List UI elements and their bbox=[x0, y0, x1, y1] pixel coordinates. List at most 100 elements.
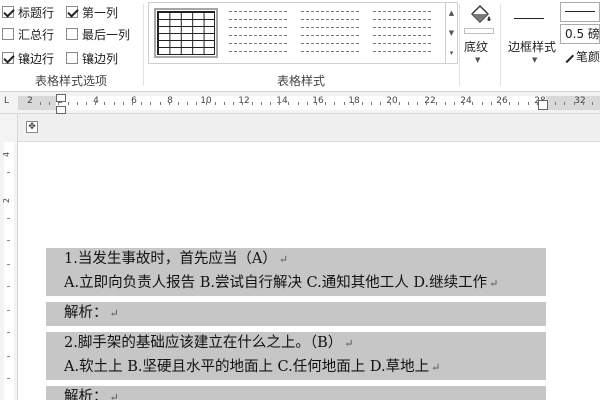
pen-color-label: 笔颜 bbox=[576, 50, 600, 64]
right-indent-handle[interactable] bbox=[538, 100, 548, 110]
ruler-tick bbox=[86, 102, 87, 105]
group-label: 表格样式选项 bbox=[34, 74, 107, 88]
row-line bbox=[373, 43, 431, 44]
ruler-number: 20 bbox=[386, 96, 398, 106]
option-last-column[interactable]: 最后一列 bbox=[66, 25, 130, 43]
ruler-tick bbox=[463, 102, 464, 105]
option-banded-columns[interactable]: 镶边列 bbox=[66, 49, 118, 67]
gallery-down-icon[interactable]: ▼ bbox=[446, 23, 457, 43]
ruler-tick bbox=[334, 102, 335, 105]
row-line bbox=[301, 27, 359, 28]
ruler-tick bbox=[104, 102, 105, 105]
ruler-tick bbox=[224, 102, 225, 105]
ruler-tick bbox=[298, 102, 299, 105]
shading-button[interactable]: 底纹 ▼ bbox=[460, 0, 498, 70]
ruler-tick bbox=[408, 102, 409, 105]
ruler-number: 18 bbox=[348, 96, 360, 106]
ruler-tick bbox=[592, 102, 593, 105]
table-style-grid-thumbnail[interactable] bbox=[154, 8, 218, 58]
ruler-tick bbox=[426, 102, 427, 105]
paragraph-mark-icon: ↵ bbox=[109, 307, 119, 320]
option-banded-rows[interactable]: 镶边行 bbox=[2, 49, 54, 67]
ruler-number: 16 bbox=[312, 96, 324, 106]
row-line bbox=[373, 19, 431, 20]
ruler-tick bbox=[7, 356, 10, 357]
checkbox[interactable] bbox=[2, 6, 14, 18]
chevron-down-icon: ▼ bbox=[475, 56, 481, 64]
ruler-tick bbox=[7, 218, 10, 219]
checkbox[interactable] bbox=[2, 52, 14, 64]
ruler-tick bbox=[325, 102, 326, 105]
pen-weight-field[interactable]: 0.5 磅 bbox=[560, 24, 600, 44]
row-line bbox=[373, 35, 431, 36]
ruler-number: 32 bbox=[574, 96, 586, 106]
vertical-ruler: 4 2 bbox=[0, 114, 18, 400]
ruler-tick bbox=[270, 102, 271, 105]
checkbox[interactable] bbox=[66, 6, 78, 18]
table-style-light-shading-thumbnail[interactable] bbox=[373, 11, 431, 55]
tab-selector-button[interactable]: L bbox=[4, 96, 16, 110]
ruler-tick bbox=[399, 102, 400, 105]
table-style-plain-thumbnail[interactable] bbox=[229, 11, 287, 55]
row-line bbox=[229, 27, 287, 28]
vertical-ruler-number: 4 bbox=[2, 151, 12, 158]
ruler-tick bbox=[160, 102, 161, 105]
row-line bbox=[229, 35, 287, 36]
ruler-tick bbox=[436, 102, 437, 105]
ruler-tick bbox=[583, 102, 584, 105]
line-style-field[interactable] bbox=[560, 2, 600, 22]
borders-group: 边框样式 ▼ 0.5 磅 笔颜 bbox=[504, 0, 600, 92]
gallery-more-icon[interactable]: ▾ bbox=[446, 43, 457, 63]
row-line bbox=[229, 51, 287, 52]
ruler-tick bbox=[261, 102, 262, 105]
checkbox[interactable] bbox=[66, 28, 78, 40]
ruler-tick bbox=[528, 102, 529, 105]
ruler-tick bbox=[141, 102, 142, 105]
ruler-tick bbox=[123, 102, 124, 105]
line-text: 2.脚手架的基础应该建立在什么之上。（B） bbox=[64, 335, 343, 351]
table-style-light-list-thumbnail[interactable] bbox=[301, 11, 359, 55]
analysis-1-text: 解析： ↵ bbox=[64, 302, 119, 325]
ruler-tick bbox=[169, 102, 170, 105]
option-header-row[interactable]: 标题行 bbox=[2, 3, 54, 21]
ruler-tick bbox=[353, 102, 354, 105]
hanging-indent-handle[interactable] bbox=[56, 106, 66, 114]
option-label: 镶边列 bbox=[82, 51, 119, 66]
ruler-tick bbox=[371, 102, 372, 105]
question-1-text: 1.当发生事故时，首先应当（A） ↵ bbox=[64, 248, 288, 271]
table-cell-analysis-2[interactable] bbox=[46, 386, 546, 400]
line-text: A.立即向负责人报告 B.尝试自行解决 C.通知其他工人 D.继续工作 bbox=[64, 275, 488, 291]
question-1-options: A.立即向负责人报告 B.尝试自行解决 C.通知其他工人 D.继续工作 ↵ bbox=[64, 272, 498, 295]
ruler-tick bbox=[472, 102, 473, 105]
ruler-tick bbox=[307, 102, 308, 105]
checkbox[interactable] bbox=[2, 28, 14, 40]
shading-color-bar bbox=[464, 28, 494, 34]
table-styles-gallery bbox=[148, 2, 446, 64]
question-2-options: A.软土上 B.坚硬且水平的地面上 C.任何地面上 D.草地上 ↵ bbox=[64, 356, 440, 379]
table-cell-analysis-1[interactable] bbox=[46, 302, 546, 326]
table-move-icon[interactable]: ✥ bbox=[26, 121, 38, 133]
checkbox[interactable] bbox=[66, 52, 78, 64]
paragraph-mark-icon: ↵ bbox=[344, 337, 354, 350]
pen-icon bbox=[559, 48, 575, 64]
ruler-tick bbox=[215, 102, 216, 105]
ruler-tick bbox=[242, 102, 243, 105]
option-first-column[interactable]: 第一列 bbox=[66, 3, 118, 21]
ruler-number: 8 bbox=[167, 96, 173, 106]
pen-color-button[interactable]: 笔颜 bbox=[559, 48, 600, 66]
option-label: 标题行 bbox=[18, 5, 55, 20]
border-styles-button[interactable]: 边框样式 bbox=[508, 38, 556, 55]
option-total-row[interactable]: 汇总行 bbox=[2, 25, 54, 43]
ruler-tick bbox=[252, 102, 253, 105]
group-label: 表格样式 bbox=[276, 74, 325, 88]
gallery-up-icon[interactable]: ▲ bbox=[446, 3, 457, 23]
line-text: 1.当发生事故时，首先应当（A） bbox=[64, 251, 277, 267]
ruler-tick bbox=[380, 102, 381, 105]
ruler-tick bbox=[233, 102, 234, 105]
ruler-number: 24 bbox=[460, 96, 472, 106]
ruler-tick bbox=[344, 102, 345, 105]
ruler-tick bbox=[150, 102, 151, 105]
option-label: 镶边行 bbox=[18, 51, 55, 66]
first-line-indent-handle[interactable] bbox=[56, 94, 66, 102]
ruler-tick bbox=[518, 102, 519, 105]
